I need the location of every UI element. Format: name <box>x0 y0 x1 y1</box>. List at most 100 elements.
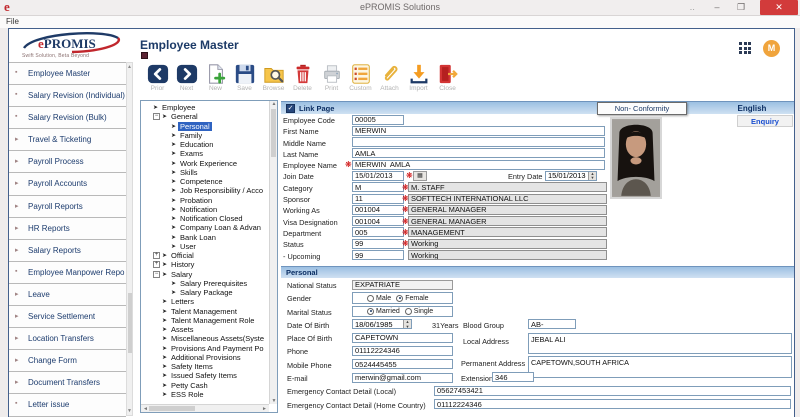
lookup-code-input[interactable] <box>352 239 404 249</box>
scroll-thumb[interactable] <box>128 293 133 353</box>
emergency-home-input[interactable] <box>434 399 791 409</box>
tree-node[interactable]: − ➤ General <box>141 112 269 121</box>
scroll-right-icon[interactable]: ► <box>262 406 267 412</box>
tree-node[interactable]: ➤ Safety Items <box>141 362 269 371</box>
tree-node[interactable]: ➤ Salary Package <box>141 288 269 297</box>
scroll-down-icon[interactable]: ▼ <box>127 408 132 414</box>
lookup-code-input[interactable] <box>352 205 404 215</box>
tree-expander-icon[interactable]: + <box>153 252 160 259</box>
sidebar-item[interactable]: ▪ Salary Revision (Bulk) <box>9 107 126 129</box>
next-button[interactable]: Next <box>172 63 201 97</box>
new-button[interactable]: New <box>201 63 230 97</box>
lookup-code-input[interactable] <box>352 227 404 237</box>
sidebar-item[interactable]: ▸ Service Settlement <box>9 306 126 328</box>
tree-node[interactable]: ➤ Notification Closed <box>141 214 269 223</box>
sidebar-item[interactable]: ▸ HR Reports <box>9 218 126 240</box>
entry-date-input[interactable] <box>546 172 588 180</box>
user-avatar[interactable]: M <box>763 40 780 57</box>
prior-button[interactable]: Prior <box>143 63 172 97</box>
sidebar-item[interactable]: ▪ Letter issue <box>9 394 126 416</box>
lookup-code-input[interactable] <box>352 250 404 260</box>
tree-node[interactable]: ➤ Probation <box>141 196 269 205</box>
dob-input[interactable] <box>353 320 403 328</box>
tree-node[interactable]: ➤ Competence <box>141 177 269 186</box>
tree-node[interactable]: ➤ Job Responsibility / Acco <box>141 186 269 195</box>
employee-name-input[interactable] <box>352 160 605 170</box>
phone-input[interactable] <box>352 346 453 356</box>
tree-node[interactable]: ➤ Talent Management Role <box>141 316 269 325</box>
email-input[interactable] <box>352 373 453 383</box>
emergency-local-input[interactable] <box>434 386 791 396</box>
tree-node[interactable]: ➤ Personal <box>141 122 269 131</box>
spinner-icon[interactable]: ▲▼ <box>403 320 411 328</box>
scroll-left-icon[interactable]: ◄ <box>143 406 148 412</box>
sidebar-item[interactable]: ▪ Employee Manpower Report <box>9 262 126 284</box>
calendar-icon[interactable]: ▦ <box>413 171 427 181</box>
tree-node[interactable]: ➤ Skills <box>141 168 269 177</box>
tree-node[interactable]: − ➤ Salary <box>141 270 269 279</box>
tree-node[interactable]: ➤ Family <box>141 131 269 140</box>
tree-node[interactable]: ➤ Letters <box>141 297 269 306</box>
sidebar-item[interactable]: ▸ Leave <box>9 284 126 306</box>
spinner-icon[interactable]: ▲▼ <box>588 172 596 180</box>
tree-node[interactable]: ➤ Bank Loan <box>141 233 269 242</box>
scroll-down-icon[interactable]: ▼ <box>270 398 278 404</box>
custom-button[interactable]: Custom <box>346 63 375 97</box>
place-of-birth-input[interactable] <box>352 333 453 343</box>
tree-node[interactable]: ➤ Petty Cash <box>141 381 269 390</box>
tree-expander-icon[interactable]: + <box>153 261 160 268</box>
lookup-code-input[interactable] <box>352 194 404 204</box>
marital-radio-option[interactable]: Single <box>405 308 433 315</box>
attach-button[interactable]: Attach <box>375 63 404 97</box>
browse-button[interactable]: Browse <box>259 63 288 97</box>
local-address-textarea[interactable]: JEBAL ALI <box>528 333 792 354</box>
gender-radio-option[interactable]: Female <box>396 295 428 302</box>
sidebar-item[interactable]: ▸ Payroll Reports <box>9 196 126 218</box>
tree-node[interactable]: ➤ Company Loan & Advan <box>141 223 269 232</box>
tree-node[interactable]: ➤ Miscellaneous Assets(Syste <box>141 334 269 343</box>
tree-node[interactable]: ➤ Education <box>141 140 269 149</box>
last-name-input[interactable] <box>352 148 605 158</box>
mobile-phone-input[interactable] <box>352 359 453 369</box>
sidebar-item[interactable]: ▸ Salary Reports <box>9 240 126 262</box>
first-name-input[interactable] <box>352 126 605 136</box>
tree-node[interactable]: ➤ Exams <box>141 149 269 158</box>
permanent-address-textarea[interactable]: CAPETOWN,SOUTH AFRICA <box>528 356 792 378</box>
sidebar-item[interactable]: ▸ Payroll Accounts <box>9 173 126 195</box>
tree-expander-icon[interactable]: − <box>153 271 160 278</box>
tree-horizontal-scrollbar[interactable]: ◄ ► <box>141 404 269 412</box>
tree-node[interactable]: + ➤ History <box>141 260 269 269</box>
sidebar-scrollbar[interactable]: ▲ ▼ <box>126 62 133 416</box>
tree-expander-icon[interactable]: − <box>153 113 160 120</box>
tree-node[interactable]: ➤ Salary Prerequisites <box>141 279 269 288</box>
tree-node[interactable]: ➤ Provisions And Payment Po <box>141 344 269 353</box>
tree-node[interactable]: ➤ User <box>141 242 269 251</box>
sidebar-item[interactable]: ▸ Location Transfers <box>9 328 126 350</box>
window-dots-icon[interactable]: ‥ <box>690 3 696 12</box>
restore-button[interactable]: ❐ <box>730 0 752 15</box>
employee-code-input[interactable] <box>352 115 404 125</box>
tree-node[interactable]: ➤ Additional Provisions <box>141 353 269 362</box>
marital-radio-option[interactable]: Married <box>367 308 400 315</box>
apps-grid-icon[interactable] <box>739 42 752 55</box>
sidebar-item[interactable]: ▸ Payroll Process <box>9 151 126 173</box>
tree-node[interactable]: ➤ Issued Safety Items <box>141 371 269 380</box>
join-date-input[interactable] <box>352 171 404 181</box>
scroll-thumb[interactable] <box>271 109 276 157</box>
tree-node[interactable]: ➤ Assets <box>141 325 269 334</box>
tree-node[interactable]: + ➤ Official <box>141 251 269 260</box>
sidebar-item[interactable]: ▸ Document Transfers <box>9 372 126 394</box>
delete-button[interactable]: Delete <box>288 63 317 97</box>
close-window-button[interactable]: ✕ <box>760 0 798 15</box>
tree-node[interactable]: ➤ Notification <box>141 205 269 214</box>
collapse-sidebar-button[interactable] <box>141 52 148 59</box>
menu-file[interactable]: File <box>6 17 19 26</box>
blood-group-input[interactable] <box>528 319 576 329</box>
lookup-code-input[interactable] <box>352 182 404 192</box>
close-button[interactable]: Close <box>433 63 462 97</box>
middle-name-input[interactable] <box>352 137 605 147</box>
print-button[interactable]: Print <box>317 63 346 97</box>
lookup-code-input[interactable] <box>352 216 404 226</box>
minimize-button[interactable]: – <box>706 0 728 15</box>
tree-node[interactable]: ➤ Employee <box>141 103 269 112</box>
